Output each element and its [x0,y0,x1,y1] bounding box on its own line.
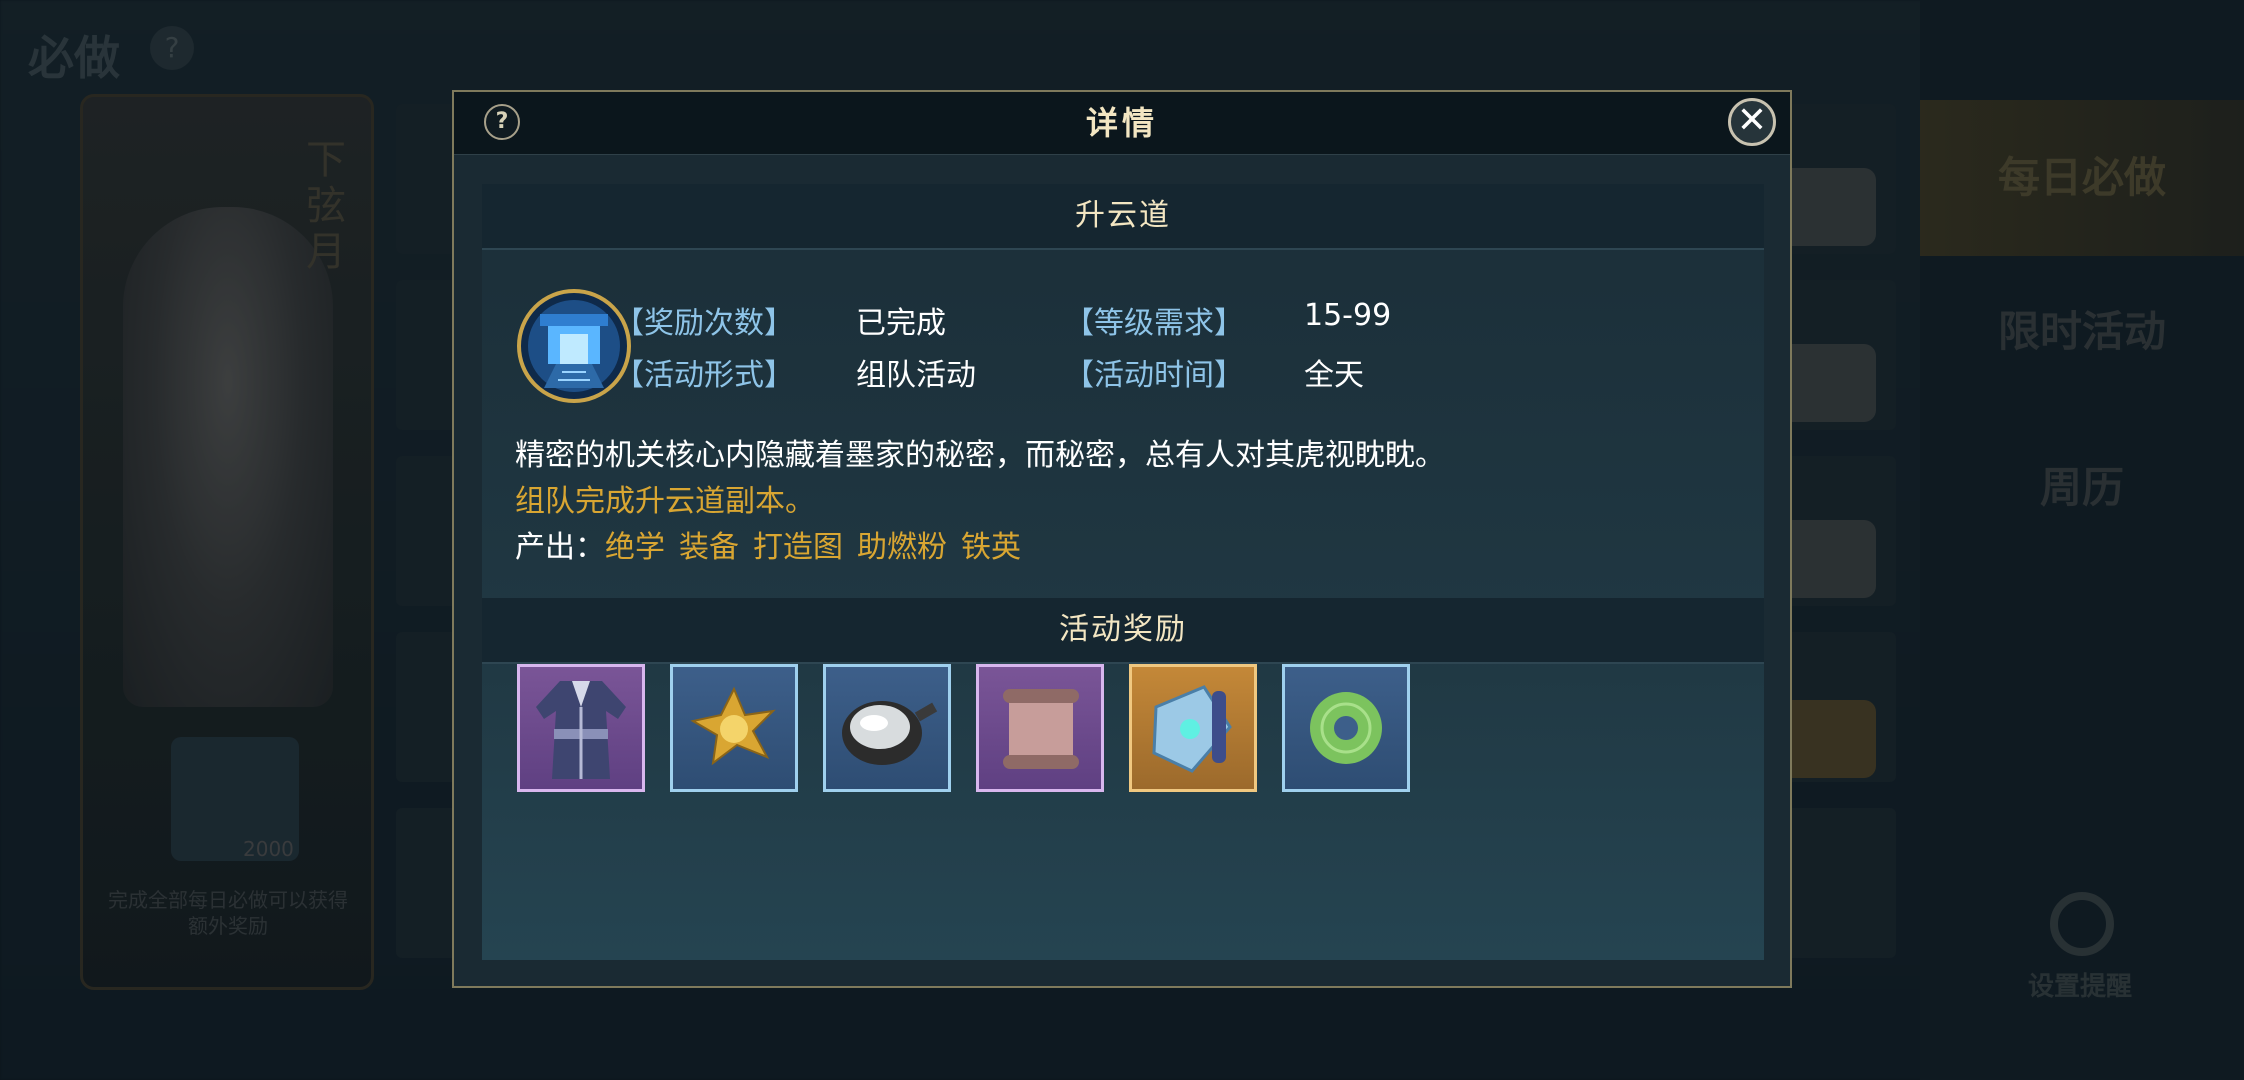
output-item: 铁英 [961,530,1021,565]
level-req-label: 【等级需求】 [1064,306,1244,341]
activity-output: 产出：绝学 装备 打造图 助燃粉 铁英 [515,522,1035,566]
level-req-value: 15-99 [1304,298,1392,333]
reward-item[interactable] [1129,664,1257,792]
crystal-scroll-icon [1152,685,1232,773]
jade-ring-icon [1310,692,1382,764]
output-item: 绝学 [605,530,665,565]
scroll-icon [1003,689,1079,769]
activity-description: 精密的机关核心内隐藏着墨家的秘密，而秘密，总有人对其虎视眈眈。 [515,438,1445,473]
form-label: 【活动形式】 [614,358,794,393]
reward-item[interactable] [976,664,1104,792]
gold-flower-icon [690,686,776,766]
close-button[interactable]: ✕ [1728,98,1776,146]
dialog-header: 详情 ? ✕ [454,92,1790,155]
reward-item[interactable] [517,664,645,792]
time-value: 全天 [1304,358,1364,393]
robe-icon [536,681,626,779]
reward-item[interactable] [670,664,798,792]
help-button[interactable]: ? [484,104,520,140]
output-label: 产出： [515,530,605,565]
form-value: 组队活动 [856,358,976,393]
rewards-title: 活动奖励 [482,598,1764,664]
output-item: 装备 [679,530,739,565]
output-item: 助燃粉 [857,530,947,565]
dialog-body: 升云道 【奖励次数】 已完成 【等级需求】 15-99 【活动形式】 组队活动 … [482,184,1764,960]
activity-name: 升云道 [482,184,1764,250]
details-dialog: 详情 ? ✕ 升云道 【奖励次数】 已完成 【等级需求】 15-99 【活动形式… [452,90,1792,988]
time-label: 【活动时间】 [1064,358,1244,393]
reward-item[interactable] [1282,664,1410,792]
ore-pan-icon [842,701,938,765]
reward-item[interactable] [823,664,951,792]
dialog-title: 详情 [1085,104,1158,142]
output-item: 打造图 [753,530,843,565]
reward-count-label: 【奖励次数】 [614,306,794,341]
reward-count-value: 已完成 [856,306,946,341]
activity-goal: 组队完成升云道副本。 [515,484,815,519]
